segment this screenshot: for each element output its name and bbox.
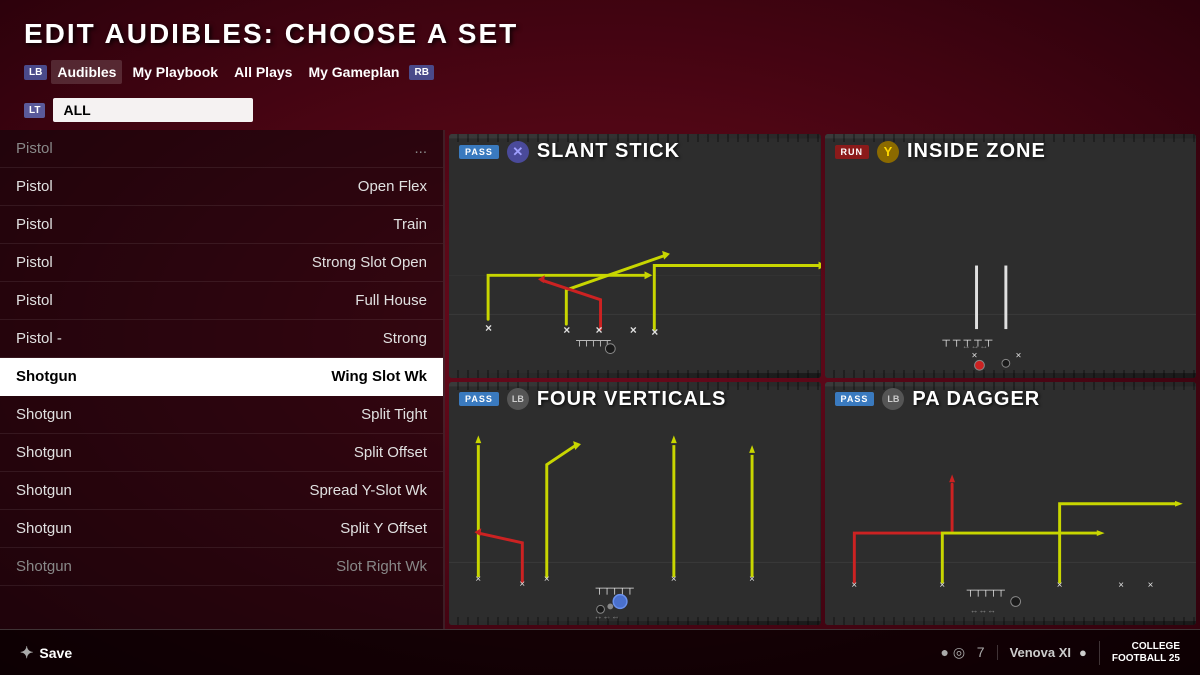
list-item[interactable]: Shotgun Spread Y-Slot Wk [0, 472, 443, 510]
list-item[interactable]: Pistol - Strong [0, 320, 443, 358]
tab-all-plays[interactable]: All Plays [228, 60, 298, 84]
card-title: PA DAGGER [912, 388, 1040, 411]
lb-button: LB [882, 388, 904, 410]
list-item[interactable]: Pistol ... [0, 130, 443, 168]
card-header: PASS LB PA DAGGER [825, 382, 1197, 417]
card-header: PASS LB FOUR VERTICALS [449, 382, 821, 417]
svg-text:×: × [563, 324, 570, 337]
connection-dot: ● [1079, 645, 1087, 660]
main-container: EDIT AUDIBLES: CHOOSE A SET LB Audibles … [0, 0, 1200, 675]
player-name: Venova XI [1010, 645, 1071, 660]
svg-text:↔↔↔: ↔↔↔ [969, 605, 995, 615]
game-logo: COLLEGE FOOTBALL 25 [1099, 641, 1180, 665]
svg-text:×: × [939, 579, 945, 590]
svg-text:×: × [851, 579, 857, 590]
controller-icons: ● ◎ 7 [941, 644, 985, 661]
svg-text:↔↔↔: ↔↔↔ [961, 341, 987, 351]
svg-text:×: × [971, 350, 977, 361]
card-title: INSIDE ZONE [907, 140, 1046, 163]
four-verticals-diagram: ┬┬┬┬┬ × × × × × ↔↔↔ [449, 382, 821, 626]
svg-text:×: × [1015, 350, 1021, 361]
lt-badge: LT [24, 103, 45, 118]
save-button[interactable]: ✦ Save [20, 643, 72, 663]
list-item-pistol-train[interactable]: Pistol Train [0, 206, 443, 244]
play-card-four-verticals[interactable]: ┬┬┬┬┬ × × × × × ↔↔↔ PASS LB [449, 382, 821, 626]
tab-my-playbook[interactable]: My Playbook [126, 60, 224, 84]
list-item[interactable]: Shotgun Split Y Offset [0, 510, 443, 548]
player-info: Venova XI ● [997, 645, 1087, 660]
y-button: Y [877, 141, 899, 163]
svg-text:┬┬┬┬┬: ┬┬┬┬┬ [575, 336, 611, 348]
svg-text:×: × [1147, 579, 1153, 590]
play-card-slant-stick[interactable]: × × × × × ┬┬┬┬┬ PASS ✕ SLANT STICK [449, 134, 821, 378]
inside-zone-diagram: ┬ ┬ ┬ ┬ ┬ × × ↔↔↔ [825, 134, 1197, 378]
play-card-inside-zone[interactable]: ┬ ┬ ┬ ┬ ┬ × × ↔↔↔ RUN Y INSIDE ZONE [825, 134, 1197, 378]
lb-badge: LB [24, 65, 47, 80]
list-item-pistol-house[interactable]: Pistol Full House [0, 282, 443, 320]
tab-my-gameplan[interactable]: My Gameplan [302, 60, 405, 84]
list-item-selected[interactable]: Shotgun Wing Slot Wk [0, 358, 443, 396]
card-header: PASS ✕ SLANT STICK [449, 134, 821, 169]
pass-badge: PASS [835, 392, 875, 406]
svg-text:×: × [1118, 579, 1124, 590]
tab-audibles[interactable]: Audibles [51, 60, 122, 84]
svg-text:┬┬┬┬┬: ┬┬┬┬┬ [965, 584, 1004, 597]
list-item[interactable]: Pistol Open Flex [0, 168, 443, 206]
filter-input[interactable] [53, 98, 253, 122]
list-item[interactable]: Shotgun Split Offset [0, 434, 443, 472]
content-area: Pistol ... Pistol Open Flex Pistol Train… [0, 130, 1200, 629]
list-item[interactable]: Pistol Strong Slot Open [0, 244, 443, 282]
svg-text:×: × [485, 322, 492, 335]
svg-text:×: × [544, 573, 550, 584]
pa-dagger-diagram: ┬┬┬┬┬ × × × × × ↔↔↔ [825, 382, 1197, 626]
rb-badge: RB [409, 65, 433, 80]
svg-text:×: × [475, 573, 481, 584]
pass-badge: PASS [459, 145, 499, 159]
nav-tabs: LB Audibles My Playbook All Plays My Gam… [24, 60, 1176, 84]
lb-button: LB [507, 388, 529, 410]
run-badge: RUN [835, 145, 870, 159]
svg-text:×: × [651, 326, 658, 339]
save-label: Save [39, 645, 72, 661]
pass-badge: PASS [459, 392, 499, 406]
svg-text:×: × [749, 573, 755, 584]
list-item[interactable]: Shotgun Slot Right Wk [0, 548, 443, 586]
list-item[interactable]: Shotgun Split Tight [0, 396, 443, 434]
card-header: RUN Y INSIDE ZONE [825, 134, 1197, 169]
filter-row: LT [24, 94, 1176, 122]
card-title: FOUR VERTICALS [537, 388, 727, 411]
bottom-right: ● ◎ 7 Venova XI ● COLLEGE FOOTBALL 25 [941, 641, 1180, 665]
header: EDIT AUDIBLES: CHOOSE A SET LB Audibles … [0, 0, 1200, 130]
svg-text:×: × [519, 578, 525, 589]
page-title: EDIT AUDIBLES: CHOOSE A SET [24, 18, 1176, 50]
play-diagrams: × × × × × ┬┬┬┬┬ PASS ✕ SLANT STICK [445, 130, 1200, 629]
svg-text:×: × [671, 573, 677, 584]
save-icon: ✦ [20, 643, 33, 663]
play-list: Pistol ... Pistol Open Flex Pistol Train… [0, 130, 445, 629]
slant-stick-diagram: × × × × × ┬┬┬┬┬ [449, 134, 821, 378]
bottom-bar: ✦ Save ● ◎ 7 Venova XI ● COLLEGE FOOTBAL… [0, 629, 1200, 675]
card-title: SLANT STICK [537, 140, 680, 163]
svg-text:┬┬┬┬┬: ┬┬┬┬┬ [595, 582, 634, 595]
svg-text:×: × [630, 324, 637, 337]
svg-text:×: × [1056, 579, 1062, 590]
play-card-pa-dagger[interactable]: ┬┬┬┬┬ × × × × × ↔↔↔ PASS LB PA DAGGER [825, 382, 1197, 626]
x-button: ✕ [507, 141, 529, 163]
